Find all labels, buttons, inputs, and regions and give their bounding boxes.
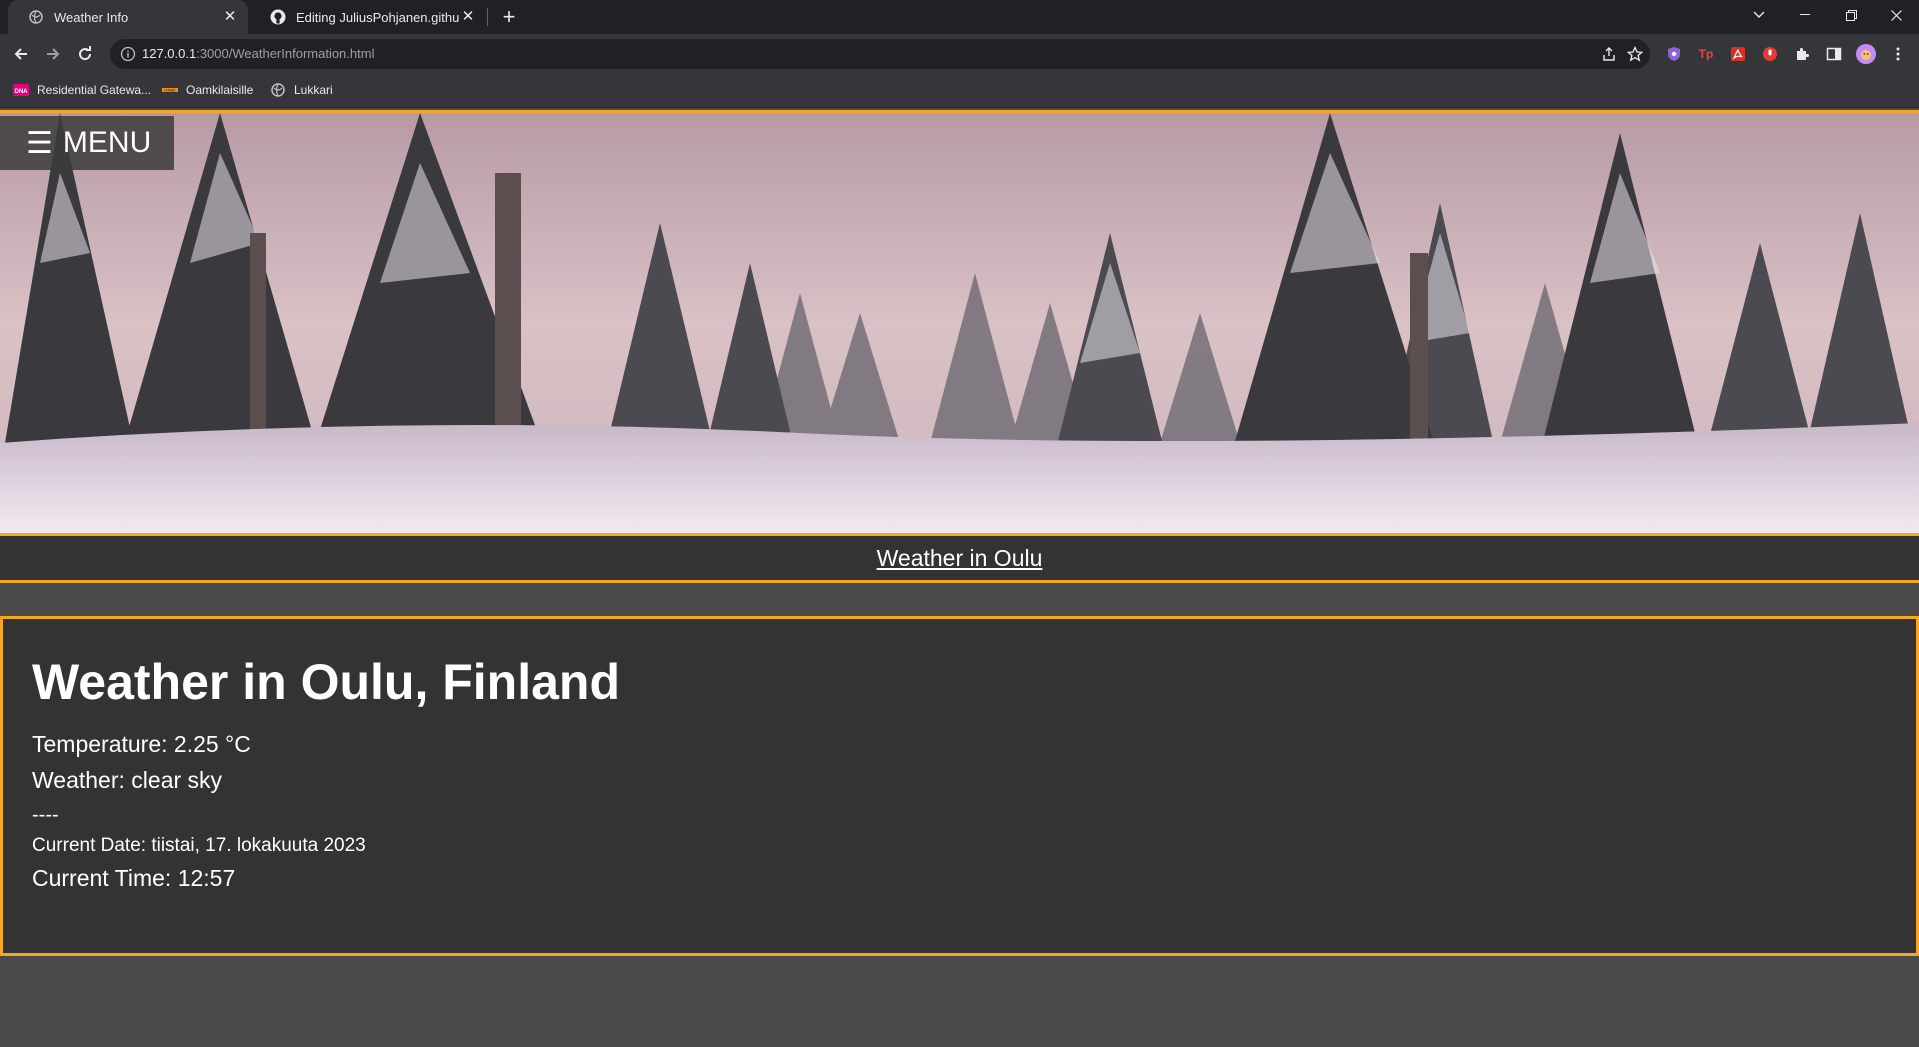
forward-icon[interactable] <box>41 42 65 66</box>
hero-banner-image: ☰ MENU <box>0 110 1919 536</box>
hamburger-icon: ☰ <box>26 126 53 160</box>
minimize-icon[interactable] <box>1782 0 1828 30</box>
tab-title: Weather Info <box>54 9 129 25</box>
extensions-puzzle-icon[interactable] <box>1792 44 1812 64</box>
bookmark-star-icon[interactable] <box>1626 45 1644 63</box>
bookmarks-bar: DNA Residential Gatewa... OAMK Oamkilais… <box>0 74 1919 108</box>
menu-button[interactable]: ☰ MENU <box>0 116 174 170</box>
back-icon[interactable] <box>9 42 33 66</box>
menu-label: MENU <box>62 126 152 159</box>
extension-tp-icon[interactable]: Tp <box>1696 44 1716 64</box>
close-icon[interactable]: ✕ <box>460 9 476 25</box>
weather-card: Weather in Oulu, Finland Temperature: 2.… <box>0 616 1919 956</box>
extension-red-icon[interactable] <box>1760 44 1780 64</box>
current-date-text: Current Date: tiistai, 17. lokakuuta 202… <box>32 835 366 856</box>
tab-strip: Weather Info ✕ Editing JuliusPohjanen.gi… <box>0 0 1919 34</box>
browser-menu-icon[interactable] <box>1888 44 1908 64</box>
globe-icon <box>28 9 44 25</box>
page-viewport: ☰ MENU Weather in Oulu Weather in Oulu, … <box>0 108 1919 1047</box>
github-icon <box>270 9 286 25</box>
info-icon[interactable] <box>120 46 136 62</box>
bookmark-label: Oamkilaisille <box>186 83 254 97</box>
temperature-text: Temperature: 2.25 °C <box>32 731 251 757</box>
address-bar[interactable]: 127.0.0.1:3000/WeatherInformation.html <box>110 39 1650 69</box>
svg-text:OAMK: OAMK <box>164 88 176 93</box>
bookmark-lukkari[interactable]: Lukkari <box>270 82 333 98</box>
browser-toolbar: 127.0.0.1:3000/WeatherInformation.html T… <box>0 34 1919 74</box>
tab-search-icon[interactable] <box>1736 0 1782 30</box>
bookmark-oamkilaisille[interactable]: OAMK Oamkilaisille <box>162 82 253 98</box>
close-window-icon[interactable] <box>1873 0 1919 30</box>
close-icon[interactable]: ✕ <box>222 9 238 25</box>
tab-editing-github[interactable]: Editing JuliusPohjanen.github.io/ ✕ <box>250 0 486 34</box>
sub-navigation: Weather in Oulu <box>0 536 1919 583</box>
weather-condition-text: Weather: clear sky <box>32 767 223 793</box>
oamk-icon: OAMK <box>162 82 178 98</box>
bookmark-residential-gateway[interactable]: DNA Residential Gatewa... <box>13 82 151 98</box>
snowy-forest-illustration <box>0 113 1919 533</box>
reload-icon[interactable] <box>73 42 97 66</box>
extension-shield-icon[interactable] <box>1664 44 1684 64</box>
url-host: 127.0.0.1 <box>142 46 197 61</box>
separator-text: ---- <box>32 804 59 826</box>
share-icon[interactable] <box>1600 45 1618 63</box>
weather-in-oulu-link[interactable]: Weather in Oulu <box>877 545 1043 572</box>
svg-text:DNA: DNA <box>15 89 29 95</box>
dna-icon: DNA <box>13 82 29 98</box>
new-tab-icon[interactable]: + <box>497 6 521 28</box>
weather-heading: Weather in Oulu, Finland <box>32 654 620 710</box>
extension-pdf-icon[interactable] <box>1728 44 1748 64</box>
tab-title: Editing JuliusPohjanen.github.io/ <box>296 9 460 25</box>
tab-weather-info[interactable]: Weather Info ✕ <box>8 0 248 34</box>
profile-avatar-icon[interactable] <box>1856 44 1876 64</box>
bookmark-label: Lukkari <box>294 83 333 97</box>
url-text[interactable]: 127.0.0.1:3000/WeatherInformation.html <box>142 46 374 61</box>
tab-separator <box>487 8 488 26</box>
globe-icon <box>270 82 286 98</box>
current-time-text: Current Time: 12:57 <box>32 865 236 891</box>
restore-icon[interactable] <box>1828 0 1874 30</box>
url-path: :3000/WeatherInformation.html <box>196 46 375 61</box>
bookmark-label: Residential Gatewa... <box>37 83 152 97</box>
side-panel-icon[interactable] <box>1824 44 1844 64</box>
